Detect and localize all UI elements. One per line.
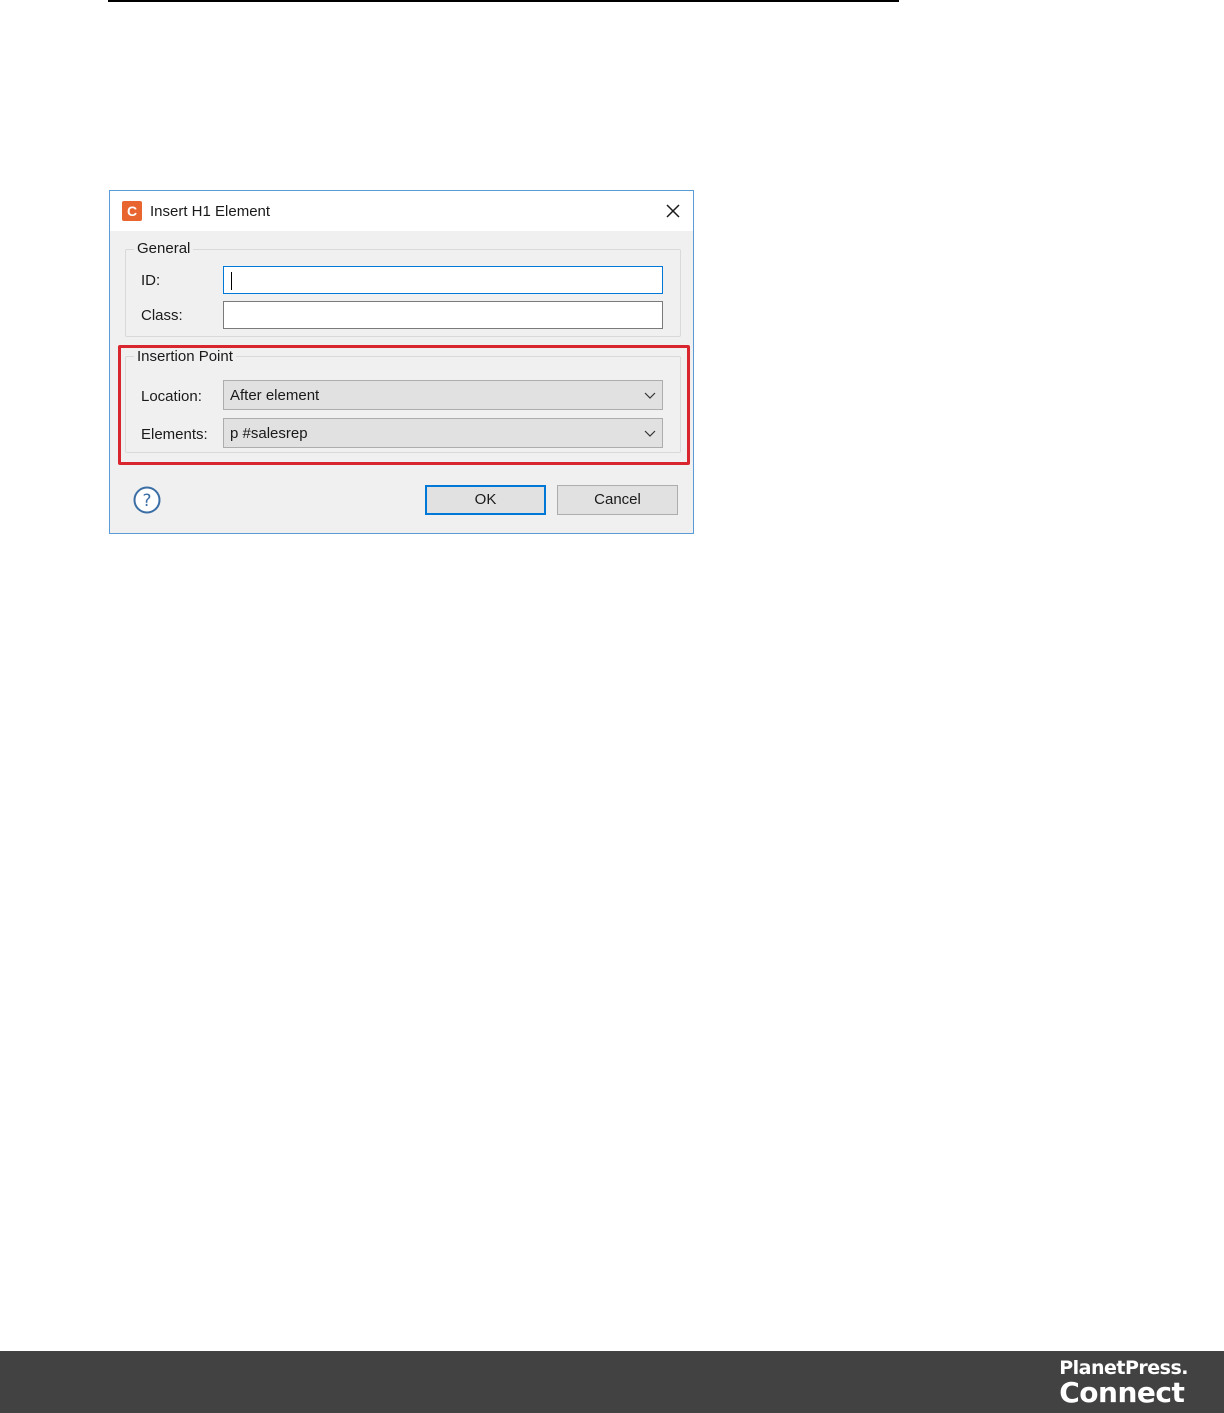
page-footer: PlanetPress. Connect xyxy=(0,1351,1224,1413)
svg-text:?: ? xyxy=(142,491,151,511)
class-label: Class: xyxy=(141,307,183,324)
id-field[interactable] xyxy=(223,266,663,294)
general-legend: General xyxy=(134,240,194,257)
text-caret xyxy=(231,272,232,290)
help-icon[interactable]: ? xyxy=(132,485,162,515)
brand-line2: Connect xyxy=(1059,1376,1185,1409)
app-logo-icon: C xyxy=(122,201,142,221)
id-label: ID: xyxy=(141,272,161,289)
close-icon[interactable] xyxy=(662,200,684,222)
page-top-rule xyxy=(108,0,899,2)
insert-element-dialog: C Insert H1 Element General ID: Class: I… xyxy=(109,190,694,534)
insertion-point-highlight xyxy=(118,345,690,465)
cancel-button[interactable]: Cancel xyxy=(557,485,678,515)
ok-button[interactable]: OK xyxy=(425,485,546,515)
dialog-titlebar: C Insert H1 Element xyxy=(110,191,693,231)
class-field[interactable] xyxy=(223,301,663,329)
dialog-title: Insert H1 Element xyxy=(150,203,271,220)
brand-logo: PlanetPress. Connect xyxy=(1059,1357,1188,1407)
